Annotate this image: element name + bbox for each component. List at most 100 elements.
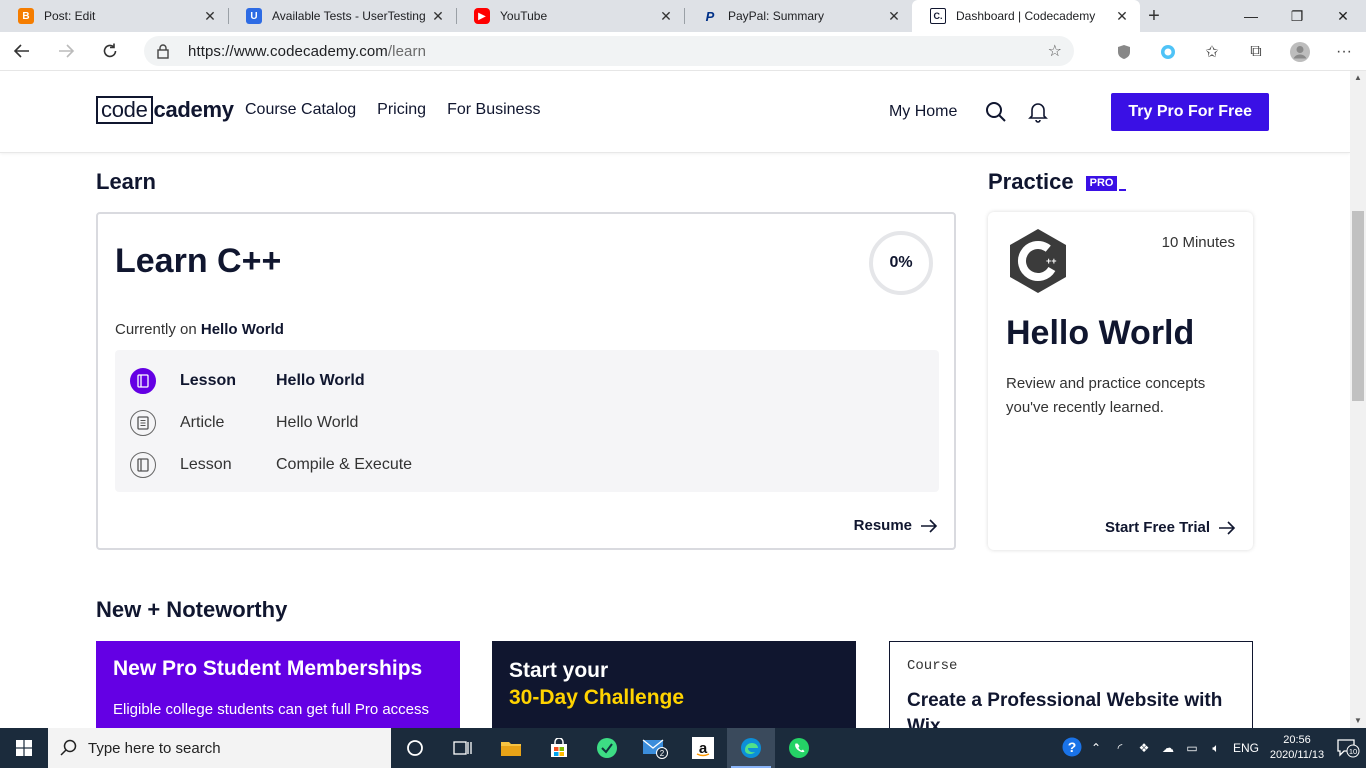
progress-percent: 0% — [889, 254, 913, 271]
try-pro-button[interactable]: Try Pro For Free — [1111, 93, 1269, 131]
more-menu-icon[interactable]: ··· — [1322, 32, 1366, 71]
card-text: Eligible college students can get full P… — [113, 701, 430, 718]
clock-date: 2020/11/13 — [1269, 749, 1325, 761]
new-tab-button[interactable]: + — [1140, 0, 1168, 32]
my-home-link[interactable]: My Home — [889, 103, 957, 121]
item-kind: Article — [180, 414, 225, 431]
usertesting-icon: U — [246, 8, 262, 24]
bell-icon — [1028, 103, 1049, 123]
forward-button[interactable] — [44, 32, 88, 71]
close-icon[interactable]: ✕ — [202, 8, 218, 25]
codecademy-logo[interactable]: code cademy — [96, 96, 234, 124]
taskbar-search-input[interactable]: Type here to search — [48, 728, 391, 768]
arrow-right-icon — [1219, 520, 1236, 535]
edge-browser-icon[interactable] — [727, 728, 775, 768]
noteworthy-section-title: New + Noteworthy — [96, 597, 288, 622]
volume-icon[interactable]: 🔈︎ — [1204, 741, 1228, 756]
microsoft-store-icon[interactable] — [535, 728, 583, 768]
help-icon[interactable]: ? — [1060, 737, 1084, 760]
network-icon[interactable]: ◜ — [1108, 741, 1132, 755]
window-close-button[interactable]: ✕ — [1320, 0, 1366, 32]
app-icon[interactable] — [583, 728, 631, 768]
course-card[interactable]: Course Create a Professional Website wit… — [889, 641, 1253, 728]
url-path: /learn — [387, 42, 427, 60]
youtube-icon: ▶ — [474, 8, 490, 24]
start-free-trial-label: Start Free Trial — [1104, 519, 1210, 536]
system-tray: ? ⌃ ◜ ❖ ☁ ▭ 🔈︎ ENG 20:56 2020/11/13 10 — [1060, 728, 1366, 768]
tab-title: Dashboard | Codecademy — [956, 9, 1096, 23]
currently-item: Hello World — [200, 321, 284, 338]
item-name: Hello World — [276, 372, 365, 389]
search-placeholder: Type here to search — [88, 739, 221, 757]
close-icon[interactable]: ✕ — [1114, 8, 1130, 25]
close-icon[interactable]: ✕ — [658, 8, 674, 25]
user-avatar[interactable] — [1067, 96, 1099, 128]
arrow-right-icon — [59, 44, 75, 58]
cloud-icon[interactable]: ☁ — [1156, 741, 1180, 755]
close-icon[interactable]: ✕ — [886, 8, 902, 25]
practice-section-title: Practice PRO — [988, 169, 1127, 195]
tab-title: Post: Edit — [44, 9, 96, 23]
task-view-icon[interactable] — [439, 728, 487, 768]
list-item[interactable]: Article Hello World — [115, 402, 939, 444]
scroll-down-arrow-icon[interactable]: ▼ — [1350, 714, 1366, 728]
search-button[interactable] — [975, 92, 1017, 132]
favorite-star-icon[interactable]: ☆ — [1048, 41, 1062, 61]
file-explorer-icon[interactable] — [487, 728, 535, 768]
arrow-left-icon — [13, 44, 29, 58]
challenge-card[interactable]: Start your 30-Day Challenge — [492, 641, 856, 728]
windows-logo-icon — [16, 740, 32, 756]
card-heading: Start your — [509, 659, 609, 682]
currently-on: Currently on Hello World — [115, 321, 284, 338]
minimize-button[interactable]: — — [1228, 0, 1274, 32]
page-scrollbar[interactable]: ▲ ▼ — [1350, 71, 1366, 728]
whatsapp-icon[interactable] — [775, 728, 823, 768]
resume-button[interactable]: Resume — [854, 517, 938, 534]
student-membership-card[interactable]: New Pro Student Memberships Eligible col… — [96, 641, 460, 728]
nav-course-catalog[interactable]: Course Catalog — [245, 101, 356, 119]
notifications-button[interactable] — [1017, 92, 1059, 132]
battery-icon[interactable]: ▭ — [1180, 741, 1204, 755]
favorites-icon[interactable]: ✩ — [1190, 32, 1234, 71]
profile-avatar-icon[interactable] — [1278, 32, 1322, 71]
browser-tab-active[interactable]: C. Dashboard | Codecademy ✕ — [912, 0, 1140, 32]
back-button[interactable] — [0, 32, 44, 71]
notification-center-icon[interactable]: 10 — [1330, 738, 1366, 758]
refresh-button[interactable] — [88, 32, 132, 71]
lock-icon[interactable] — [156, 43, 170, 59]
shield-extension-icon[interactable] — [1102, 32, 1146, 71]
article-icon — [130, 410, 156, 436]
clock[interactable]: 20:56 2020/11/13 — [1264, 733, 1330, 763]
paypal-icon: P — [705, 8, 715, 24]
browser-tab[interactable]: P PayPal: Summary ✕ — [684, 0, 912, 32]
browser-tab[interactable]: ▶ YouTube ✕ — [456, 0, 684, 32]
start-free-trial-button[interactable]: Start Free Trial — [1105, 519, 1236, 536]
start-button[interactable] — [0, 728, 48, 768]
card-heading-highlight: 30-Day Challenge — [509, 686, 685, 709]
amazon-icon[interactable]: a — [679, 728, 727, 768]
practice-card[interactable]: ++ 10 Minutes Hello World Review and pra… — [988, 212, 1253, 550]
language-indicator[interactable]: ENG — [1228, 741, 1264, 755]
browser-tab[interactable]: B Post: Edit ✕ — [0, 0, 228, 32]
currently-prefix: Currently on — [115, 321, 197, 338]
learn-course-card[interactable]: Learn C++ 0% Currently on Hello World Le… — [96, 212, 956, 550]
browser-tab[interactable]: U Available Tests - UserTesting ✕ — [228, 0, 456, 32]
list-item[interactable]: Lesson Hello World — [115, 360, 939, 402]
scrollbar-thumb[interactable] — [1352, 211, 1364, 401]
address-bar[interactable]: https://www.codecademy.com/learn ☆ — [144, 36, 1074, 66]
nav-pricing[interactable]: Pricing — [377, 101, 426, 119]
dropbox-icon[interactable]: ❖ — [1132, 741, 1156, 755]
windows-taskbar: Type here to search 2 a ? ⌃ ◜ ❖ ☁ ▭ 🔈︎ E… — [0, 728, 1366, 768]
restore-button[interactable]: ❐ — [1274, 0, 1320, 32]
scroll-up-arrow-icon[interactable]: ▲ — [1350, 71, 1366, 85]
chevron-up-icon[interactable]: ⌃ — [1084, 741, 1108, 755]
mail-icon[interactable]: 2 — [631, 728, 679, 768]
collections-icon[interactable]: ⧉ — [1234, 32, 1278, 71]
list-item[interactable]: Lesson Compile & Execute — [115, 444, 939, 486]
close-icon[interactable]: ✕ — [430, 8, 446, 25]
extension-icon[interactable] — [1146, 32, 1190, 71]
nav-for-business[interactable]: For Business — [447, 101, 540, 119]
cortana-icon[interactable] — [391, 728, 439, 768]
mail-badge: 2 — [660, 749, 665, 758]
practice-description: Review and practice concepts you've rece… — [1006, 375, 1206, 416]
